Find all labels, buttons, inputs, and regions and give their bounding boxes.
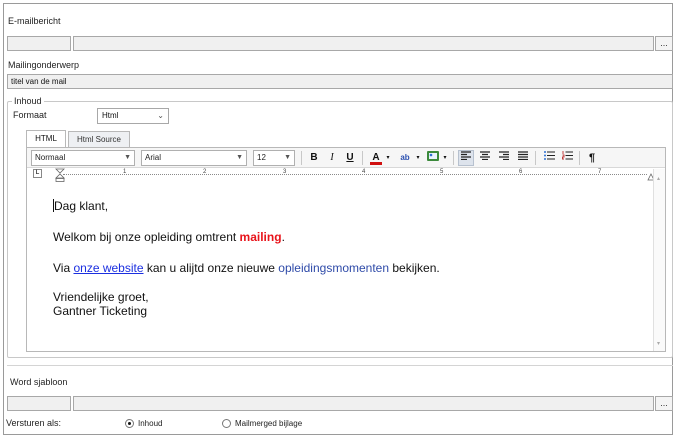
font-color-bar (370, 162, 382, 165)
align-center-button[interactable] (477, 150, 493, 166)
template-browse-button[interactable]: ... (655, 396, 673, 411)
welcome-bold-word: mailing (239, 230, 282, 244)
chevron-down-icon[interactable]: ▾ (441, 150, 449, 166)
ruler[interactable]: L 1 2 3 4 5 6 7 (27, 168, 655, 182)
align-right-icon (499, 151, 509, 161)
font-select[interactable]: Arial ▼ (141, 150, 247, 166)
size-select-value: 12 (257, 153, 266, 162)
welcome-line: Welkom bij onze opleiding omtrent mailin… (53, 230, 285, 244)
subject-input[interactable]: titel van de mail (7, 74, 673, 89)
send-as-content-radio[interactable] (125, 419, 134, 428)
moments-text: opleidingsmomenten (278, 261, 390, 275)
tab-stop-selector[interactable]: L (33, 169, 42, 178)
email-code-field[interactable] (7, 36, 71, 51)
website-text-pre: Via (53, 261, 74, 275)
chevron-down-icon: ▼ (124, 154, 131, 161)
format-select-value: Html (102, 111, 119, 120)
chevron-down-icon: ⌄ (157, 111, 164, 120)
toolbar-separator (579, 151, 580, 165)
email-section-label: E-mailbericht (8, 16, 61, 26)
ruler-number: 3 (283, 169, 287, 175)
editor-toolbar: Normaal ▼ Arial ▼ 12 ▼ B I U A ▾ ab ▾ ▾ … (27, 148, 665, 168)
html-editor[interactable]: Normaal ▼ Arial ▼ 12 ▼ B I U A ▾ ab ▾ ▾ … (26, 147, 666, 352)
chevron-down-icon[interactable]: ▾ (414, 150, 422, 166)
greeting-line: Dag klant, (53, 199, 108, 213)
send-as-attachment-radio[interactable] (222, 419, 231, 428)
justify-button[interactable] (515, 150, 531, 166)
scroll-down-icon[interactable]: ▾ (657, 340, 660, 347)
style-select-value: Normaal (35, 153, 66, 162)
chevron-down-icon: ▼ (284, 154, 291, 161)
editor-scrollbar[interactable]: ▴ ▾ (653, 169, 665, 351)
insert-image-button[interactable] (425, 150, 441, 166)
toolbar-separator (301, 151, 302, 165)
style-select[interactable]: Normaal ▼ (31, 150, 135, 166)
image-icon (427, 151, 439, 161)
toolbar-separator (535, 151, 536, 165)
tab-html[interactable]: HTML (26, 130, 66, 148)
size-select[interactable]: 12 ▼ (253, 150, 295, 166)
chevron-down-icon[interactable]: ▾ (384, 150, 392, 166)
underline-button[interactable]: U (343, 150, 357, 166)
format-select[interactable]: Html ⌄ (97, 108, 169, 124)
ruler-number: 1 (123, 169, 127, 175)
indent-marker-icon[interactable] (55, 168, 65, 182)
website-text-mid: kan u alijtd onze nieuwe (143, 261, 279, 275)
highlight-button[interactable]: ab (396, 150, 414, 166)
bold-button[interactable]: B (307, 150, 321, 166)
highlight-letters: ab (400, 153, 410, 162)
font-select-value: Arial (145, 153, 162, 162)
font-color-button[interactable]: A (368, 150, 384, 166)
align-left-icon (461, 151, 471, 161)
ruler-number: 2 (203, 169, 207, 175)
content-group-title: Inhoud (12, 96, 44, 106)
ruler-number: 4 (362, 169, 366, 175)
numbered-list-button[interactable] (559, 150, 575, 166)
template-code-field[interactable] (7, 396, 71, 411)
show-formatting-button[interactable]: ¶ (585, 150, 599, 166)
numbered-list-icon (561, 151, 573, 160)
tab-html-source[interactable]: Html Source (68, 131, 130, 148)
send-as-label: Versturen als: (6, 418, 62, 428)
justify-icon (518, 151, 528, 161)
bullet-list-icon (543, 151, 555, 160)
italic-button[interactable]: I (325, 150, 339, 166)
welcome-text: Welkom bij onze opleiding omtrent (53, 230, 240, 244)
welcome-end: . (281, 230, 285, 244)
toolbar-separator (362, 151, 363, 165)
website-line: Via onze website kan u alijtd onze nieuw… (53, 261, 440, 275)
chevron-down-icon: ▼ (236, 154, 243, 161)
scroll-up-icon[interactable]: ▴ (657, 175, 660, 182)
greeting-text: Dag klant, (54, 199, 109, 213)
section-divider (7, 365, 673, 366)
format-label: Formaat (13, 110, 47, 120)
align-left-button[interactable] (458, 150, 474, 166)
align-center-icon (480, 151, 490, 161)
ruler-track (63, 174, 647, 175)
ruler-number: 5 (440, 169, 444, 175)
send-as-content-label[interactable]: Inhoud (138, 419, 162, 428)
template-name-field[interactable] (73, 396, 654, 411)
email-browse-button[interactable]: ... (655, 36, 673, 51)
website-link[interactable]: onze website (73, 261, 143, 275)
subject-label: Mailingonderwerp (8, 60, 80, 70)
closing-line: Vriendelijke groet, (53, 290, 149, 304)
bullet-list-button[interactable] (541, 150, 557, 166)
website-text-post: bekijken. (389, 261, 440, 275)
send-as-attachment-label[interactable]: Mailmerged bijlage (235, 419, 302, 428)
template-label: Word sjabloon (10, 377, 68, 387)
toolbar-separator (453, 151, 454, 165)
ruler-number: 6 (519, 169, 523, 175)
align-right-button[interactable] (496, 150, 512, 166)
ruler-number: 7 (598, 169, 602, 175)
signature-line: Gantner Ticketing (53, 304, 148, 318)
email-name-field[interactable] (73, 36, 654, 51)
